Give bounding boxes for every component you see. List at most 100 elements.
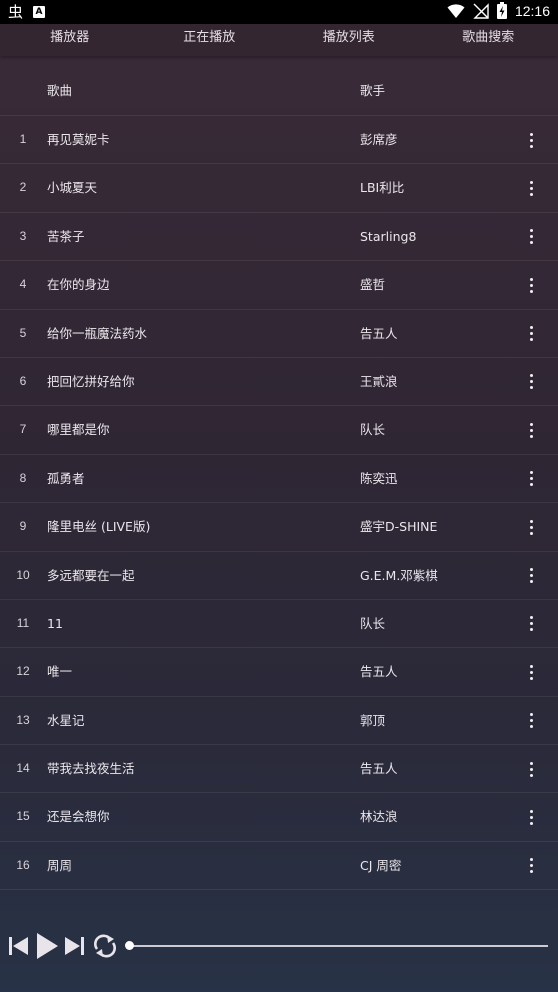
artist-name: 王貳浪 <box>360 373 398 389</box>
row-index: 3 <box>19 228 27 243</box>
row-index: 13 <box>16 712 30 727</box>
table-row[interactable]: 9 隆里电丝 (LIVE版) 盛宇D-SHINE <box>0 503 558 552</box>
row-index: 5 <box>19 325 27 340</box>
row-index: 1 <box>19 132 27 146</box>
app-notification-icon: 虫 <box>8 3 24 21</box>
status-bar: 虫 A 12:16 <box>0 0 558 24</box>
song-title: 在你的身边 <box>47 277 110 293</box>
repeat-icon[interactable] <box>90 930 120 962</box>
artist-name: LBI利比 <box>360 180 405 196</box>
row-index: 10 <box>16 567 30 582</box>
more-options-icon[interactable] <box>518 176 544 200</box>
tab-player[interactable]: 播放器 <box>0 24 140 56</box>
artist-name: 队长 <box>360 422 386 438</box>
more-options-icon[interactable] <box>518 273 544 297</box>
table-row[interactable]: 1 再见莫妮卡 彭席彦 <box>0 116 558 165</box>
no-signal-icon <box>473 2 489 19</box>
artist-name: 盛哲 <box>360 277 386 293</box>
song-title: 苦茶子 <box>47 228 85 244</box>
song-title: 小城夏天 <box>47 180 98 196</box>
artist-name: 林达浪 <box>360 809 398 825</box>
row-index: 9 <box>19 519 27 534</box>
table-header: 歌曲 歌手 <box>0 67 558 116</box>
more-options-icon[interactable] <box>518 612 544 636</box>
wifi-icon <box>447 3 465 18</box>
row-index: 15 <box>16 809 30 824</box>
more-options-icon[interactable] <box>518 370 544 394</box>
table-row[interactable]: 4 在你的身边 盛哲 <box>0 261 558 310</box>
artist-name: 陈奕迅 <box>360 470 398 486</box>
seek-bar[interactable] <box>130 945 548 947</box>
table-row[interactable]: 14 带我去找夜生活 告五人 <box>0 745 558 794</box>
table-row[interactable]: 3 苦茶子 Starling8 <box>0 213 558 262</box>
more-options-icon[interactable] <box>518 467 544 491</box>
song-title: 水星记 <box>47 712 85 728</box>
tab-now-playing[interactable]: 正在播放 <box>140 24 280 56</box>
song-title: 带我去找夜生活 <box>47 761 135 777</box>
column-header-artist: 歌手 <box>360 83 386 98</box>
tab-song-search[interactable]: 歌曲搜索 <box>419 24 558 56</box>
table-row[interactable]: 5 给你一瓶魔法药水 告五人 <box>0 310 558 358</box>
row-index: 14 <box>16 761 30 776</box>
row-index: 7 <box>19 422 27 437</box>
artist-name: CJ 周密 <box>360 857 402 873</box>
table-row[interactable]: 16 周周 CJ 周密 <box>0 842 558 891</box>
seek-thumb[interactable] <box>125 941 134 950</box>
more-options-icon[interactable] <box>518 225 544 249</box>
artist-name: Starling8 <box>360 228 417 244</box>
table-row[interactable]: 10 多远都要在一起 G.E.M.邓紫棋 <box>0 552 558 600</box>
song-table: 歌曲 歌手 1 再见莫妮卡 彭席彦 2 小城夏天 LBI利比 3 苦茶子 Starling8 4 在… <box>0 67 558 891</box>
table-row[interactable]: 13 水星记 郭顶 <box>0 697 558 746</box>
artist-name: 彭席彦 <box>360 132 398 147</box>
row-index: 11 <box>16 615 30 630</box>
more-options-icon[interactable] <box>518 564 544 588</box>
row-index: 6 <box>19 373 27 388</box>
artist-name: 告五人 <box>360 664 398 680</box>
table-row[interactable]: 12 唯一 告五人 <box>0 648 558 697</box>
column-header-song: 歌曲 <box>47 83 73 98</box>
artist-name: 告五人 <box>360 761 398 777</box>
song-title: 多远都要在一起 <box>47 567 135 583</box>
row-index: 8 <box>19 470 27 485</box>
song-title: 哪里都是你 <box>47 422 110 438</box>
tab-bar: 播放器 正在播放 播放列表 歌曲搜索 <box>0 24 558 56</box>
more-options-icon[interactable] <box>518 757 544 781</box>
song-title: 唯一 <box>47 664 73 680</box>
table-row[interactable]: 2 小城夏天 LBI利比 <box>0 164 558 213</box>
table-row[interactable]: 6 把回忆拼好给你 王貳浪 <box>0 358 558 407</box>
row-index: 2 <box>19 180 27 195</box>
table-row[interactable]: 11 11 队长 <box>0 600 558 649</box>
more-options-icon[interactable] <box>518 805 544 829</box>
more-options-icon[interactable] <box>518 854 544 878</box>
more-options-icon[interactable] <box>518 709 544 733</box>
player-bar <box>0 928 558 964</box>
song-title: 隆里电丝 (LIVE版) <box>47 519 151 535</box>
row-index: 16 <box>16 857 30 872</box>
tab-playlist[interactable]: 播放列表 <box>279 24 419 56</box>
table-row[interactable]: 15 还是会想你 林达浪 <box>0 793 558 842</box>
song-title: 还是会想你 <box>47 809 110 825</box>
more-options-icon[interactable] <box>518 128 544 152</box>
skip-previous-icon[interactable] <box>5 930 35 962</box>
table-row[interactable]: 8 孤勇者 陈奕迅 <box>0 455 558 504</box>
artist-name: G.E.M.邓紫棋 <box>360 567 438 583</box>
song-title: 再见莫妮卡 <box>47 132 110 147</box>
table-row[interactable]: 7 哪里都是你 队长 <box>0 406 558 455</box>
artist-name: 盛宇D-SHINE <box>360 519 438 535</box>
battery-charging-icon <box>496 2 507 19</box>
status-time: 12:16 <box>514 2 550 19</box>
more-options-icon[interactable] <box>518 660 544 684</box>
song-title: 孤勇者 <box>47 470 85 486</box>
song-title: 把回忆拼好给你 <box>47 373 135 389</box>
play-icon[interactable] <box>32 930 62 962</box>
skip-next-icon[interactable] <box>60 930 90 962</box>
row-index: 12 <box>16 664 30 679</box>
song-title: 周周 <box>47 857 73 873</box>
more-options-icon[interactable] <box>518 418 544 442</box>
notification-a-icon: A <box>33 6 46 18</box>
artist-name: 队长 <box>360 615 386 631</box>
more-options-icon[interactable] <box>518 322 544 346</box>
row-index: 4 <box>19 277 27 292</box>
song-title: 11 <box>47 615 63 631</box>
more-options-icon[interactable] <box>518 515 544 539</box>
